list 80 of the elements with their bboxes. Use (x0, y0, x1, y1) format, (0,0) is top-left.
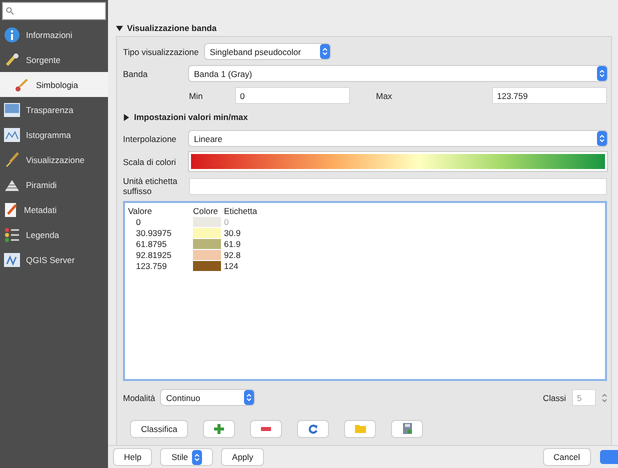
plus-icon (214, 424, 224, 434)
histogram-icon (4, 128, 20, 142)
paintbrush-icon (14, 76, 30, 92)
interpolation-dropdown[interactable]: Lineare (189, 131, 607, 146)
sidebar-item[interactable]: Istogramma (0, 122, 108, 147)
refresh-icon (308, 424, 318, 434)
table-cell-text: 92.8 (224, 250, 242, 260)
sidebar-item[interactable]: QGIS Server (0, 247, 108, 272)
min-field[interactable]: 0 (235, 87, 350, 104)
table-cell-text: 0 (135, 216, 142, 226)
sidebar-item[interactable]: Visualizzazione (0, 147, 108, 172)
color-swatch[interactable] (193, 260, 221, 270)
pyramid-icon (4, 178, 20, 192)
sidebar-item[interactable]: Metadati (0, 197, 108, 222)
suffix-field[interactable] (189, 178, 607, 194)
table-cell-text: 30.9 (224, 228, 242, 238)
remove-button[interactable] (251, 420, 282, 436)
sidebar-item[interactable]: Trasparenza (0, 97, 108, 122)
table-cell-text: 123.759 (135, 260, 168, 270)
save-icon (402, 423, 412, 434)
column-header: Colore (193, 206, 220, 216)
sidebar-item[interactable]: Sorgente (0, 47, 108, 72)
disclosure-triangle-icon[interactable] (116, 24, 123, 32)
color-swatch[interactable] (193, 228, 221, 238)
field-label: Min (189, 90, 204, 100)
table-cell-text: 124 (224, 260, 240, 270)
stepper-arrows-icon (599, 69, 605, 78)
table-cell-text: 61.8795 (135, 238, 168, 248)
stepper-arrows-icon (322, 47, 328, 56)
section-title: Visualizzazione banda (127, 23, 217, 33)
spinner-arrows-icon[interactable] (602, 392, 607, 402)
info-icon (4, 26, 20, 42)
brush-icon (4, 152, 20, 168)
field-label: Classi (542, 392, 566, 402)
style-button[interactable]: Stile (161, 449, 212, 465)
folder-icon (354, 424, 366, 433)
cancel-button[interactable]: Cancel (544, 449, 590, 465)
column-header: Valore (128, 206, 153, 216)
sidebar-item[interactable]: Piramidi (0, 172, 108, 197)
mode-dropdown[interactable]: Continuo (161, 390, 254, 405)
table-cell-text: 30.93975 (135, 228, 172, 238)
column-header: Etichetta (224, 206, 258, 216)
color-ramp-preview[interactable] (189, 152, 607, 171)
band-dropdown[interactable]: Banda 1 (Gray) (189, 66, 607, 81)
help-button[interactable]: Help (114, 449, 152, 465)
add-button[interactable] (204, 420, 234, 436)
legend-icon (4, 226, 20, 242)
color-swatch[interactable] (193, 238, 221, 248)
render-type-dropdown[interactable]: Singleband pseudocolor (204, 44, 330, 59)
field-label: Tipo visualizzazione (123, 46, 199, 56)
table-cell-text: 0 (224, 216, 230, 226)
field-label: Max (375, 90, 394, 100)
minus-icon (261, 426, 272, 430)
server-icon (4, 252, 20, 266)
max-field[interactable]: 123.759 (492, 87, 607, 104)
save-button[interactable] (392, 420, 422, 436)
field-label: Banda (123, 68, 149, 78)
stepper-arrows-icon (194, 452, 200, 462)
document-icon (4, 202, 18, 218)
stepper-arrows-icon (599, 134, 605, 143)
field-label: Scala di colori (123, 156, 177, 166)
field-label: Unità etichetta suffisso (123, 176, 178, 196)
folder-button[interactable] (345, 420, 376, 436)
disclosure-triangle-icon[interactable] (123, 114, 130, 120)
stepper-arrows-icon (246, 393, 252, 402)
sidebar-item[interactable]: Legenda (0, 222, 108, 247)
image-icon (4, 102, 20, 116)
table-cell-text: 61.9 (224, 238, 242, 248)
refresh-button[interactable] (298, 420, 328, 436)
search-field[interactable] (2, 2, 106, 20)
apply-button[interactable]: Apply (222, 449, 264, 465)
color-swatch[interactable] (193, 250, 221, 260)
section-title: Impostazioni valori min/max (134, 112, 248, 122)
classify-button[interactable]: Classifica (131, 420, 188, 436)
sidebar-item[interactable]: Informazioni (0, 22, 108, 47)
table-cell-text: 92.81925 (135, 250, 172, 260)
field-label: Interpolazione (123, 134, 178, 144)
field-label: Modalità (123, 392, 156, 402)
sidebar-item[interactable]: Simbologia (0, 72, 108, 97)
search-icon (6, 7, 14, 15)
